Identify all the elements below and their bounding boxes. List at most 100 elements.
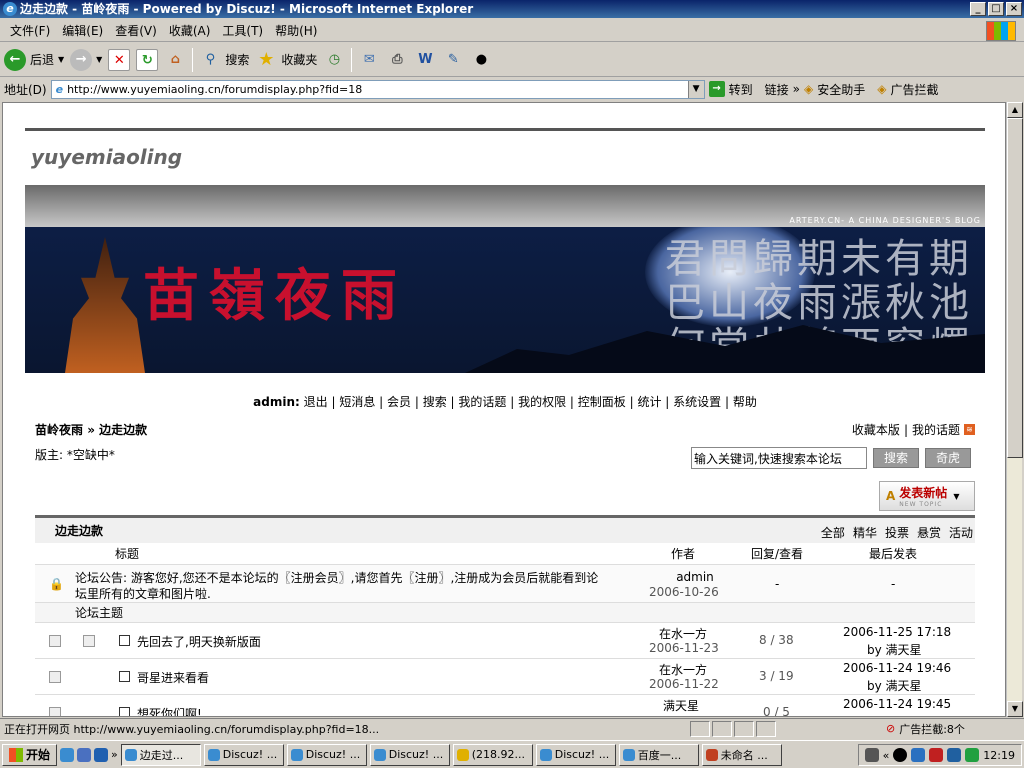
thread-title[interactable]: 哥星进来看看 [137,669,209,686]
scroll-up-icon[interactable]: ▲ [1007,102,1023,118]
thread-checkbox[interactable] [119,707,130,716]
stop-icon[interactable]: ✕ [108,48,131,71]
network-icon[interactable] [911,748,926,762]
scroll-thumb[interactable] [1007,118,1023,458]
antivirus-icon[interactable] [965,748,980,762]
menu-help[interactable]: 帮助(H) [269,22,323,39]
maximize-button[interactable]: □ [988,2,1004,16]
search-button[interactable]: 搜索 [873,448,920,468]
adblock-button[interactable]: 广告拦截 [890,81,938,98]
tab-all[interactable]: 全部 [821,524,845,541]
thread-last-time[interactable]: 2006-11-24 19:45 [843,697,951,711]
safety-button[interactable]: 安全助手 [817,81,865,98]
nav-permissions[interactable]: 我的权限 [518,395,566,409]
breadcrumb-home[interactable]: 苗岭夜雨 [35,423,83,437]
menu-view[interactable]: 查看(V) [109,22,163,39]
taskbar-item[interactable]: Discuz! ... [203,743,284,766]
taskbar-item[interactable]: (218.92... [452,743,533,766]
address-input[interactable]: e http://www.yuyemiaoling.cn/forumdispla… [50,79,705,99]
shield-icon[interactable] [929,748,944,762]
minimize-button[interactable]: _ [970,2,986,16]
messenger-icon[interactable]: ✎ [442,49,464,71]
taskbar-item[interactable]: 未命名 ... [701,743,782,766]
announcement-line2[interactable]: 坛里所有的文章和图片啦. [75,585,211,602]
scroll-down-icon[interactable]: ▼ [1007,701,1023,717]
bookmark-forum-link[interactable]: 收藏本版 [852,421,900,438]
thread-last-by[interactable]: by 满天星 [867,677,922,694]
thread-author[interactable]: 在水一方 [659,661,707,678]
go-button[interactable]: → 转到 [708,81,753,98]
menu-edit[interactable]: 编辑(E) [56,22,109,39]
thread-author[interactable]: 满天星 [663,697,699,714]
taskbar-item[interactable]: Discuz! ... [535,743,616,766]
thread-checkbox[interactable] [119,635,130,646]
address-dropdown-icon[interactable]: ▼ [687,80,704,98]
nav-members[interactable]: 会员 [387,395,411,409]
address-bar: 地址(D) e http://www.yuyemiaoling.cn/forum… [0,78,1024,100]
nav-mytopics[interactable]: 我的话题 [458,395,506,409]
forward-button[interactable]: → ▼ [70,48,102,71]
chevron-left-icon[interactable]: « [883,749,890,762]
tab-reward[interactable]: 悬赏 [917,524,941,541]
history-icon[interactable]: ◷ [323,49,345,71]
print-icon[interactable]: ⎙ [386,49,408,71]
adblock-status[interactable]: ⊘ 广告拦截:8个 [886,721,965,737]
qq-icon[interactable] [893,748,908,762]
taskbar-item[interactable]: Discuz! ... [369,743,450,766]
vertical-scrollbar[interactable]: ▲ ▼ [1006,102,1023,717]
ie-quicklaunch-icon[interactable] [60,747,75,762]
system-tray: « 12:19 [857,744,1022,766]
site-logo[interactable]: yuyemiaoling [31,145,182,169]
favorites-button[interactable]: ★ 收藏夹 [255,49,317,71]
thread-last-time[interactable]: 2006-11-24 19:46 [843,661,951,675]
nav-logout[interactable]: 退出 [304,395,328,409]
nav-settings[interactable]: 系统设置 [673,395,721,409]
outlook-quicklaunch-icon[interactable] [94,747,109,762]
keyboard-icon[interactable] [864,748,879,762]
taskbar-item[interactable]: 百度一... [618,743,699,766]
qq-icon[interactable]: ● [470,49,492,71]
tab-poll[interactable]: 投票 [885,524,909,541]
menu-tools[interactable]: 工具(T) [216,22,269,39]
my-topics-link[interactable]: 我的话题 [912,421,960,438]
thread-title[interactable]: 先回去了,明天换新版面 [137,633,261,650]
rss-icon[interactable]: ≋ [964,424,975,435]
menu-file[interactable]: 文件(F) [4,22,56,39]
thread-last-by[interactable]: by 满天星 [867,641,922,658]
thread-title[interactable]: 想死你们啊! [137,705,202,716]
search-input[interactable] [691,447,867,469]
nav-control-panel[interactable]: 控制面板 [578,395,626,409]
announcement-author[interactable]: admin [665,570,725,584]
nav-messages[interactable]: 短消息 [339,395,375,409]
back-button[interactable]: ← 后退 ▼ [4,48,64,71]
thread-last-time[interactable]: 2006-11-25 17:18 [843,625,951,639]
refresh-icon[interactable]: ↻ [136,48,159,71]
links-button[interactable]: 链接 [765,81,789,98]
tab-activity[interactable]: 活动 [949,524,973,541]
new-topic-button[interactable]: A 发表新帖 NEW TOPIC ▼ [879,481,975,511]
taskbar-item[interactable]: Discuz! ... [286,743,367,766]
chevron-down-icon[interactable]: ▼ [953,492,959,501]
thread-checkbox[interactable] [119,671,130,682]
breadcrumb-current[interactable]: 边走边款 [99,423,147,437]
col-title: 标题 [115,547,140,561]
nav-stats[interactable]: 统计 [637,395,661,409]
nav-help[interactable]: 帮助 [733,395,757,409]
home-icon[interactable]: ⌂ [164,49,186,71]
start-button[interactable]: 开始 [2,743,58,766]
tab-digest[interactable]: 精华 [853,524,877,541]
close-button[interactable]: × [1006,2,1022,16]
paint-icon [705,748,718,761]
search-button[interactable]: ⚲ 搜索 [199,49,250,71]
qihoo-search-button[interactable]: 奇虎 [925,448,972,468]
security-icon[interactable] [947,748,962,762]
chevron-right-icon[interactable]: » [111,748,118,761]
announcement-line1[interactable]: 论坛公告: 游客您好,您还不是本论坛的〖注册会员〗,请您首先〖注册〗,注册成为会… [75,569,598,586]
taskbar-item[interactable]: 边走过... [120,743,201,766]
media-quicklaunch-icon[interactable] [77,747,92,762]
nav-search[interactable]: 搜索 [423,395,447,409]
mail-icon[interactable]: ✉ [358,49,380,71]
edit-icon[interactable]: W [414,49,436,71]
thread-author[interactable]: 在水一方 [659,625,707,642]
menu-favorites[interactable]: 收藏(A) [163,22,217,39]
